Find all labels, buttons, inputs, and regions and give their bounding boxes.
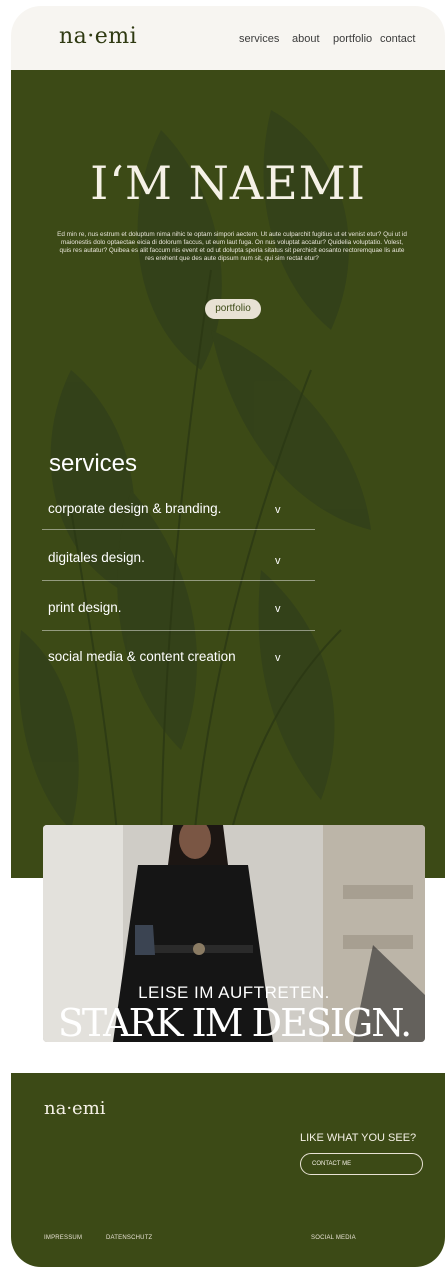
service-label: social media & content creation <box>48 649 236 664</box>
datenschutz-link[interactable]: DATENSCHUTZ <box>106 1235 152 1241</box>
chevron-down-icon[interactable]: v <box>275 652 281 664</box>
hero-intro-text: Ed min re, nus estrum et doluptum nima n… <box>57 231 407 262</box>
site-footer: na·emi LIKE WHAT YOU SEE? CONTACT ME IMP… <box>11 1073 445 1267</box>
nav-services[interactable]: services <box>239 33 279 45</box>
services-heading: services <box>49 450 138 477</box>
logo[interactable]: na·emi <box>59 24 137 49</box>
social-media-link[interactable]: SOCIAL MEDIA <box>311 1235 356 1241</box>
nav-contact[interactable]: contact <box>380 33 415 45</box>
portfolio-button[interactable]: portfolio <box>205 299 261 319</box>
service-label: print design. <box>48 600 122 615</box>
chevron-down-icon[interactable]: v <box>275 504 281 516</box>
hero-section: I‘M NAEMI Ed min re, nus estrum et dolup… <box>11 70 445 878</box>
banner-line-2: STARK IM DESIGN. <box>57 1001 412 1042</box>
banner-line-1: LEISE IM AUFTRETEN. <box>138 983 330 1002</box>
contact-me-button[interactable]: CONTACT ME <box>300 1153 423 1175</box>
nav-portfolio[interactable]: portfolio <box>333 33 372 45</box>
service-item-digitales-design[interactable]: digitales design. v <box>42 530 315 581</box>
service-item-corporate-design[interactable]: corporate design & branding. v <box>42 479 315 530</box>
footer-logo[interactable]: na·emi <box>44 1098 106 1119</box>
fashion-photo-banner: LEISE IM AUFTRETEN. STARK IM DESIGN. <box>43 825 425 1042</box>
impressum-link[interactable]: IMPRESSUM <box>44 1235 82 1241</box>
service-item-social-media[interactable]: social media & content creation v <box>42 631 315 681</box>
service-item-print-design[interactable]: print design. v <box>42 580 315 631</box>
page-frame: na·emi services about portfolio contact <box>11 6 445 1267</box>
service-label: digitales design. <box>48 550 145 565</box>
cta-title: LIKE WHAT YOU SEE? <box>300 1132 417 1144</box>
nav-about[interactable]: about <box>292 33 320 45</box>
service-label: corporate design & branding. <box>48 501 222 516</box>
chevron-down-icon[interactable]: v <box>275 555 281 567</box>
site-header: na·emi services about portfolio contact <box>11 6 445 70</box>
hero-title: I‘M NAEMI <box>90 156 366 210</box>
chevron-down-icon[interactable]: v <box>275 603 281 615</box>
